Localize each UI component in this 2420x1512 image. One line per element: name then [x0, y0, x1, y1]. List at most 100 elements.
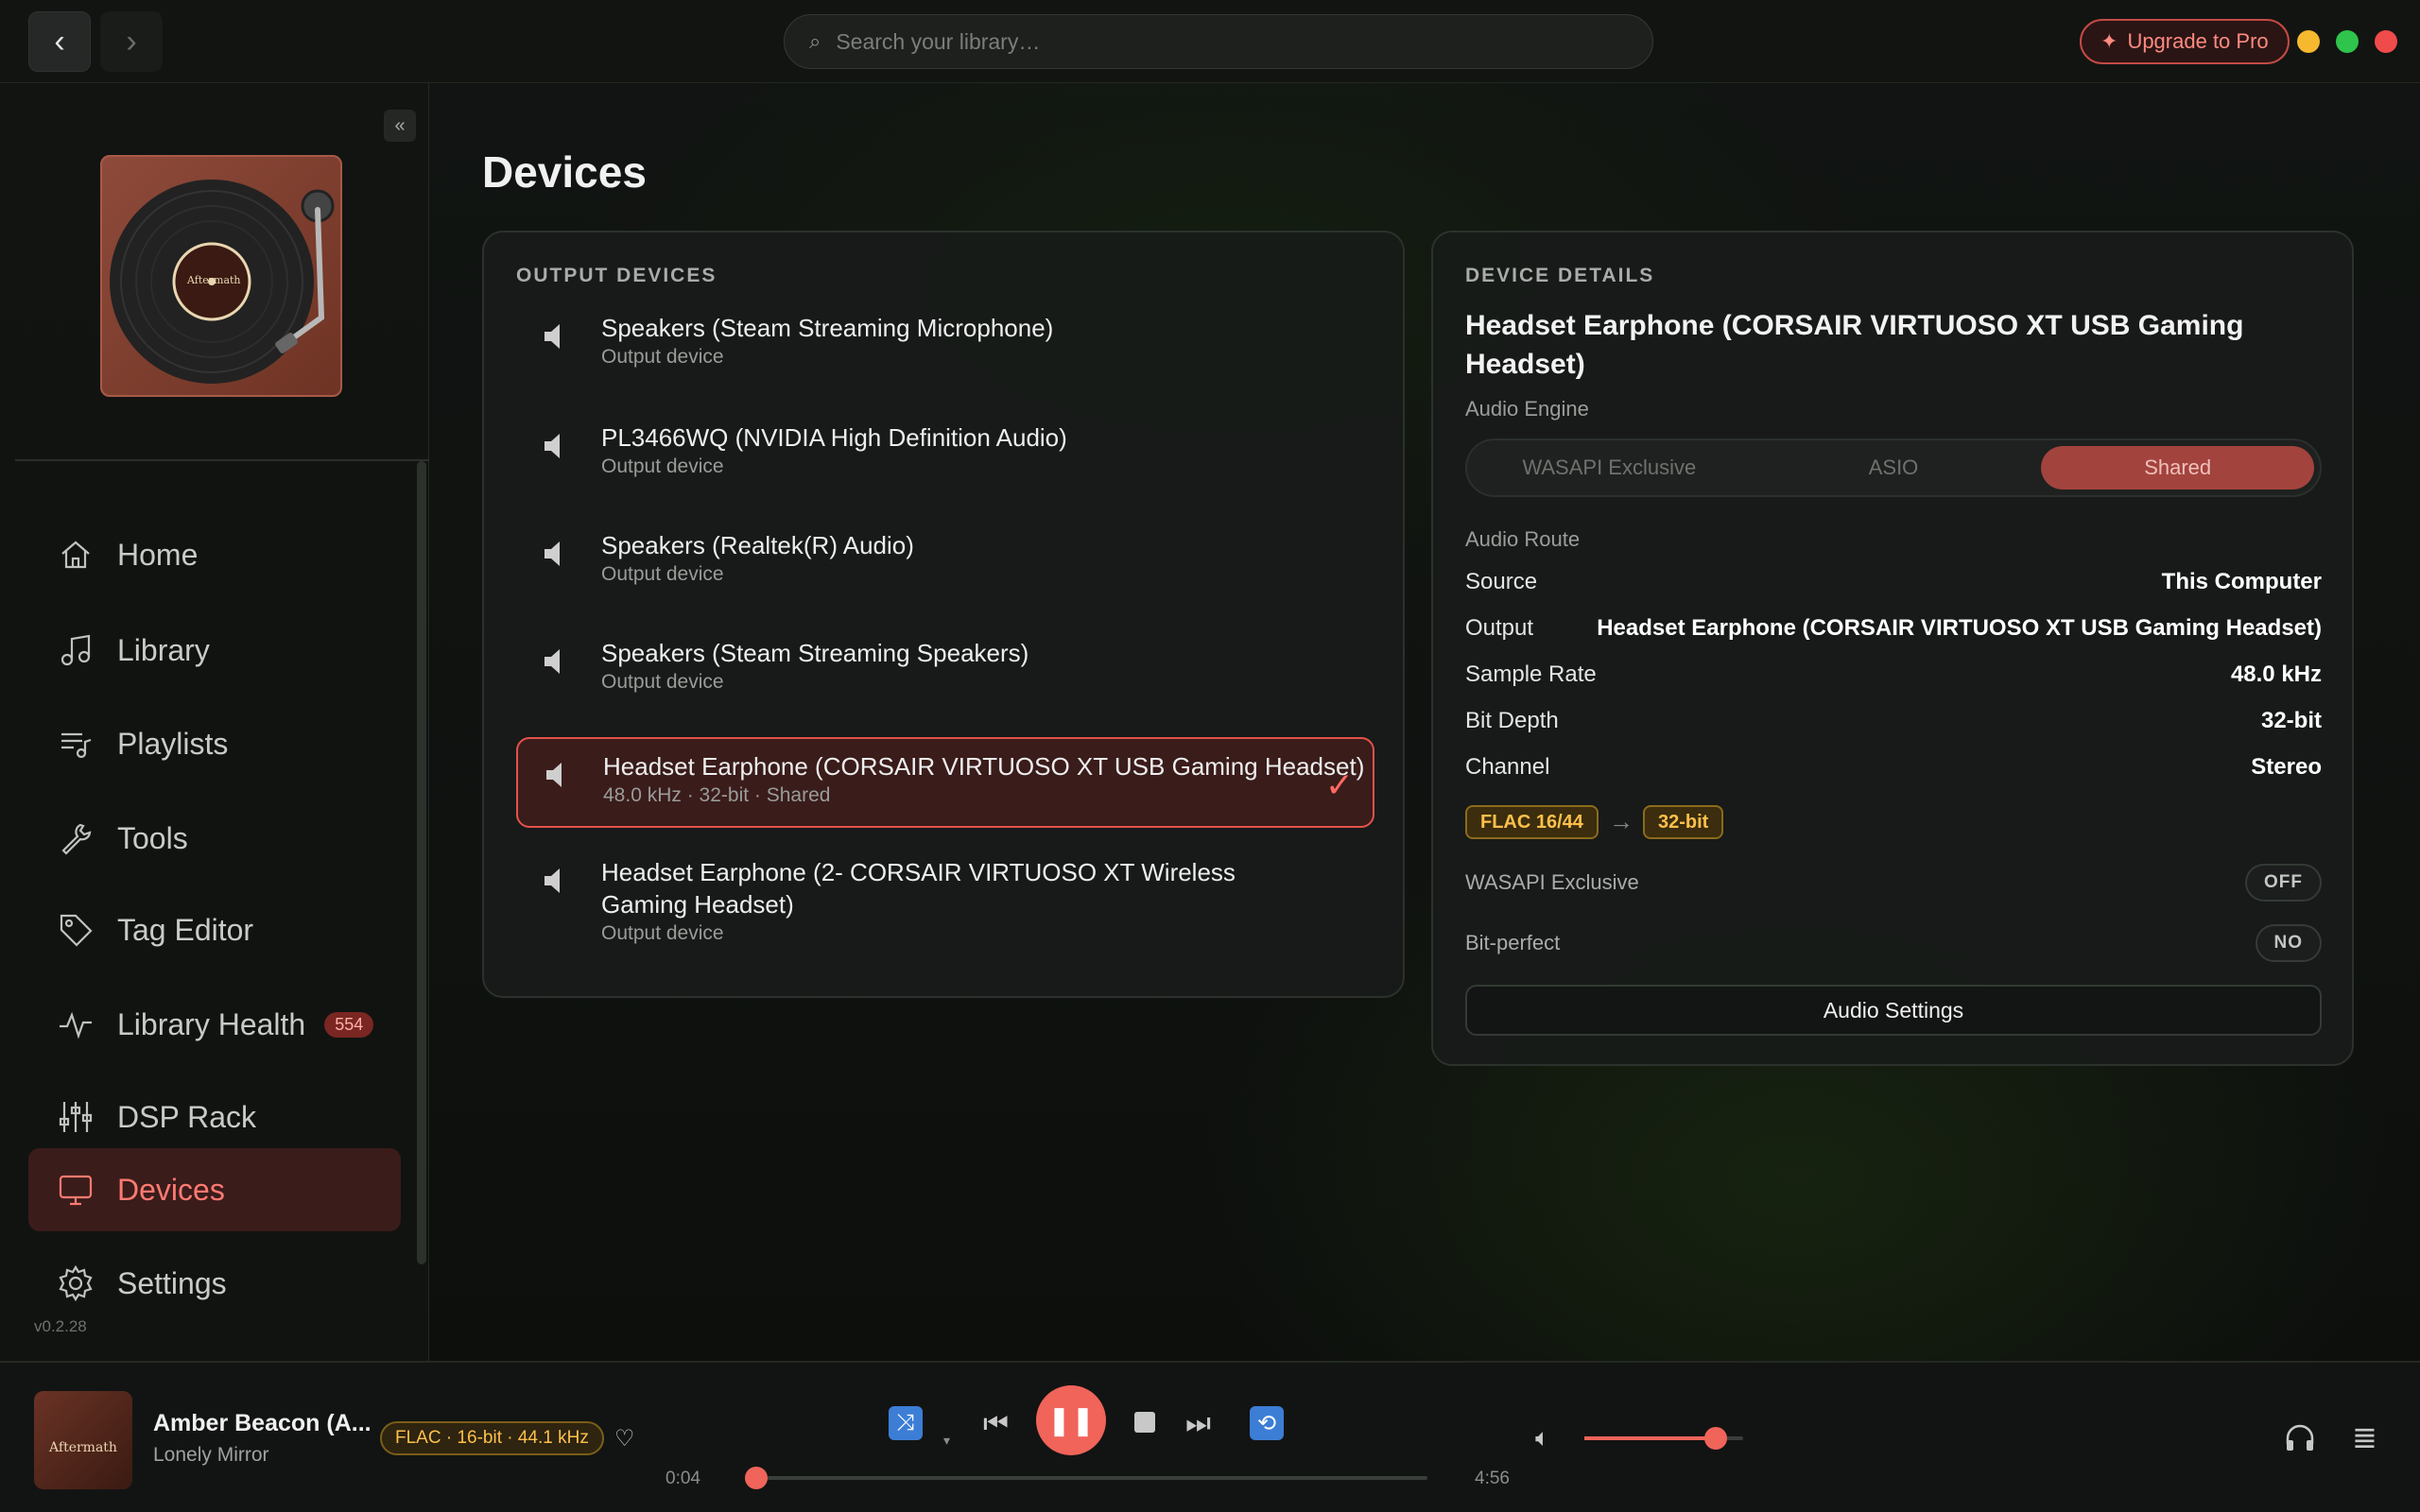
repeat-button[interactable]: ⟲	[1250, 1406, 1284, 1440]
device-name: PL3466WQ (NVIDIA High Definition Audio)	[601, 423, 1067, 452]
device-item[interactable]: Speakers (Realtek(R) Audio) Output devic…	[516, 518, 1374, 609]
search-bar[interactable]: ⌕	[784, 14, 1653, 69]
audio-engine-label: Audio Engine	[1465, 397, 1589, 421]
device-details-heading: DEVICE DETAILS	[1465, 265, 1655, 286]
home-icon	[61, 541, 90, 569]
sidebar-divider	[15, 459, 429, 461]
device-subtitle: Output device	[601, 922, 724, 944]
speaker-icon	[544, 649, 560, 674]
device-subtitle: 48.0 kHz · 32-bit · Shared	[603, 784, 831, 806]
route-key: Bit Depth	[1465, 708, 1559, 733]
device-subtitle: Output device	[601, 563, 724, 585]
engine-option-shared[interactable]: Shared	[2041, 446, 2315, 490]
sparkle-icon: ✦	[2100, 29, 2118, 53]
wasapi-exclusive-label: WASAPI Exclusive	[1465, 870, 1639, 894]
now-playing-art[interactable]: Aftermath	[34, 1391, 132, 1489]
device-name: Headset Earphone (2- CORSAIR VIRTUOSO XT…	[601, 858, 1236, 919]
shuffle-button[interactable]: ⤨	[889, 1406, 923, 1440]
bit-perfect-indicator: NO	[2255, 924, 2322, 962]
pause-icon: ❚❚	[1046, 1404, 1096, 1436]
route-row-sample-rate: Sample Rate 48.0 kHz	[1465, 662, 2322, 688]
bit-perfect-row: Bit-perfect NO	[1465, 924, 2322, 962]
route-row-output: Output Headset Earphone (CORSAIR VIRTUOS…	[1465, 615, 2322, 642]
wasapi-exclusive-toggle[interactable]: OFF	[2245, 864, 2322, 902]
playlist-icon	[61, 732, 92, 759]
upgrade-button[interactable]: ✦ Upgrade to Pro	[2080, 19, 2290, 64]
collapse-sidebar-button[interactable]: «	[384, 110, 416, 142]
speaker-icon	[544, 868, 560, 893]
seek-bar[interactable]	[745, 1467, 1427, 1489]
player-bar: Aftermath Amber Beacon (A... Lonely Mirr…	[0, 1361, 2420, 1512]
album-art[interactable]: Aftermath	[100, 155, 342, 397]
sidebar-item-library[interactable]: Library	[28, 609, 401, 692]
sidebar-item-label: Tag Editor	[117, 912, 254, 947]
library-health-badge: 554	[324, 1011, 374, 1038]
device-item[interactable]: PL3466WQ (NVIDIA High Definition Audio) …	[516, 410, 1374, 501]
route-value: 48.0 kHz	[2230, 662, 2322, 687]
audio-settings-button[interactable]: Audio Settings	[1465, 985, 2322, 1036]
sidebar-item-home[interactable]: Home	[28, 513, 401, 596]
top-bar: ‹ › ⌕ ✦ Upgrade to Pro	[0, 0, 2420, 83]
heart-icon[interactable]: ♡	[614, 1425, 635, 1452]
volume-slider[interactable]	[1584, 1427, 1743, 1450]
track-artist[interactable]: Lonely Mirror	[153, 1444, 269, 1467]
pulse-icon	[60, 1011, 92, 1040]
sidebar-item-label: Library Health	[117, 1006, 306, 1041]
route-value: This Computer	[2161, 569, 2322, 594]
sidebar-item-label: DSP Rack	[117, 1099, 257, 1134]
search-input[interactable]	[836, 28, 1593, 55]
album-art-title: Aftermath	[187, 274, 241, 286]
device-item[interactable]: Headset Earphone (2- CORSAIR VIRTUOSO XT…	[516, 845, 1374, 968]
format-badge: FLAC · 16-bit · 44.1 kHz	[380, 1421, 604, 1455]
seek-handle[interactable]	[745, 1467, 769, 1489]
device-name: Speakers (Steam Streaming Speakers)	[601, 639, 1029, 667]
minimize-button[interactable]	[2297, 30, 2320, 53]
close-button[interactable]	[2375, 30, 2397, 53]
sidebar-item-library-health[interactable]: Library Health 554	[28, 983, 401, 1066]
engine-option-wasapi-exclusive[interactable]: WASAPI Exclusive	[1473, 446, 1746, 490]
sidebar-item-label: Library	[117, 632, 210, 667]
gear-icon	[59, 1264, 93, 1302]
device-item-selected[interactable]: Headset Earphone (CORSAIR VIRTUOSO XT US…	[516, 737, 1374, 828]
previous-button[interactable]: ⏮	[983, 1408, 1009, 1440]
output-devices-heading: OUTPUT DEVICES	[516, 265, 717, 286]
queue-icon[interactable]: ≣	[2352, 1419, 2377, 1455]
volume-icon[interactable]: 🔈︎	[1535, 1423, 1550, 1453]
sidebar-item-label: Home	[117, 537, 199, 572]
sidebar-item-label: Playlists	[117, 726, 229, 761]
time-total: 4:56	[1475, 1469, 1510, 1488]
sidebar-item-playlists[interactable]: Playlists	[28, 702, 401, 785]
volume-handle[interactable]	[1704, 1427, 1728, 1450]
route-value: 32-bit	[2260, 708, 2322, 733]
device-subtitle: Output device	[601, 455, 724, 477]
engine-option-asio[interactable]: ASIO	[1757, 446, 2031, 490]
sidebar-item-settings[interactable]: Settings	[28, 1242, 401, 1325]
search-icon: ⌕	[809, 29, 821, 53]
pause-button[interactable]: ❚❚	[1036, 1385, 1106, 1455]
route-key: Output	[1465, 615, 1534, 641]
bit-perfect-label: Bit-perfect	[1465, 931, 1561, 954]
speaker-icon	[544, 434, 560, 458]
previous-icon: ⏮	[983, 1408, 1009, 1439]
back-button[interactable]: ‹	[28, 11, 91, 72]
sidebar-item-dsp-rack[interactable]: DSP Rack	[28, 1075, 401, 1159]
device-details-panel: DEVICE DETAILS Headset Earphone (CORSAIR…	[1431, 231, 2354, 1066]
maximize-button[interactable]	[2336, 30, 2359, 53]
next-button[interactable]: ⏭	[1185, 1408, 1211, 1440]
route-row-channel: Channel Stereo	[1465, 754, 2322, 781]
forward-button[interactable]: ›	[100, 11, 163, 72]
sidebar-item-devices[interactable]: Devices	[28, 1148, 401, 1231]
shuffle-mode-dropdown[interactable]: ▾	[943, 1433, 950, 1449]
device-item[interactable]: Speakers (Steam Streaming Microphone) Ou…	[516, 301, 1374, 391]
caret-down-icon: ▾	[943, 1433, 951, 1448]
sidebar-item-tools[interactable]: Tools	[28, 797, 401, 880]
device-item[interactable]: Speakers (Steam Streaming Speakers) Outp…	[516, 626, 1374, 716]
sidebar-item-tag-editor[interactable]: Tag Editor	[28, 888, 401, 971]
stop-button[interactable]	[1134, 1412, 1155, 1433]
headphones-icon[interactable]	[2284, 1421, 2316, 1453]
sidebar-scrollbar[interactable]	[417, 461, 426, 1264]
sliders-icon	[59, 1102, 93, 1132]
sidebar-item-label: Settings	[117, 1265, 227, 1300]
track-title[interactable]: Amber Beacon (A...	[153, 1410, 372, 1437]
route-row-source: Source This Computer	[1465, 569, 2322, 595]
